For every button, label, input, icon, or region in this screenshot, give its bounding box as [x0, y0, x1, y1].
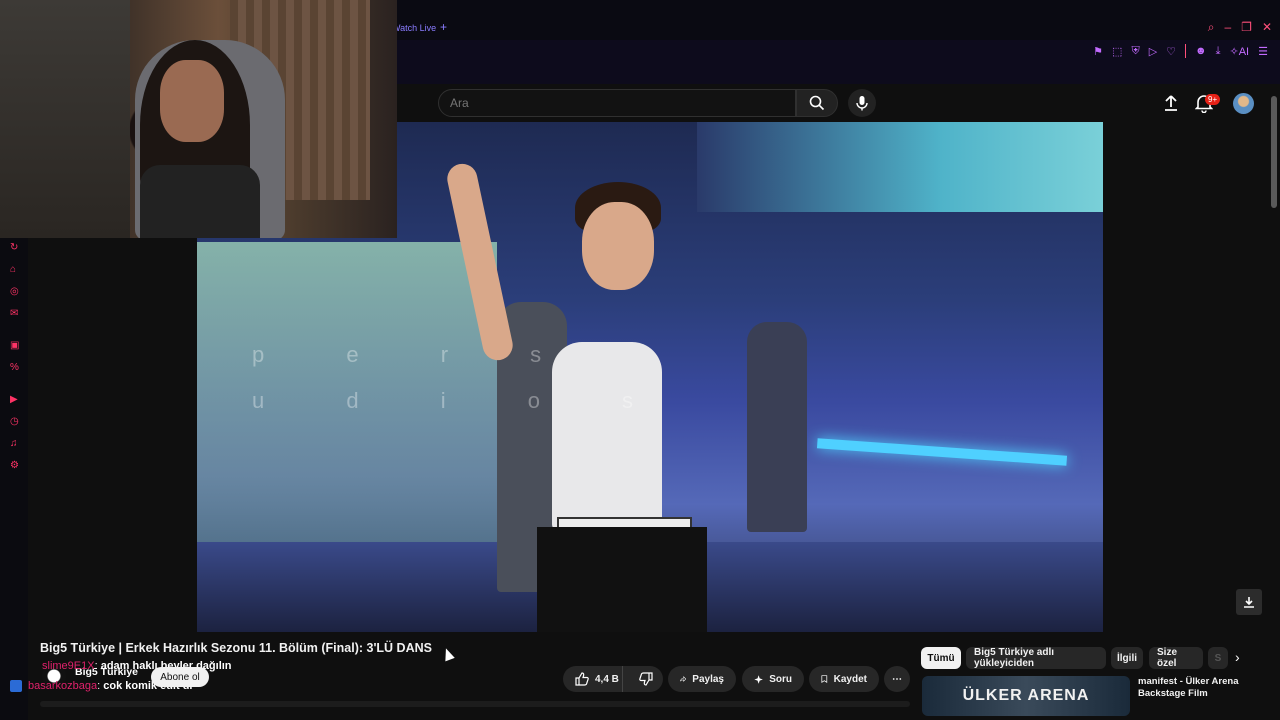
thumbs-up-icon: [575, 672, 589, 686]
search-input[interactable]: [439, 90, 795, 116]
window-controls: ⌕ – ❐ ✕: [1208, 20, 1272, 35]
subscribe-button[interactable]: Abone ol: [151, 667, 209, 687]
side-panel: ↻ ⌂ ◎ ✉ ▣ % ▶ ◷ ♫ ⚙: [0, 238, 28, 720]
recommended-thumbnail[interactable]: ÜLKER ARENA: [922, 676, 1130, 716]
like-dislike-group: 4,4 B: [563, 666, 663, 692]
profile-icon[interactable]: ☻: [1195, 45, 1207, 57]
search-icon[interactable]: ⌕: [1208, 20, 1215, 35]
share-label: Paylaş: [692, 673, 724, 685]
like-button[interactable]: 4,4 B: [563, 666, 624, 692]
browser-toolbar: ⚑ ⬚ ⛨ ▷ ♡ ☻ ⤓ ✧AI ☰: [397, 40, 1280, 84]
new-tab-button[interactable]: +: [440, 20, 447, 34]
share-button[interactable]: Paylaş: [668, 666, 736, 692]
webcam-overlay: [0, 0, 397, 238]
twitch-icon[interactable]: ▣: [10, 340, 19, 351]
search-button[interactable]: [796, 89, 838, 117]
webcam-streamer: [140, 165, 260, 238]
sparkle-icon: [754, 674, 763, 684]
video-person: [552, 342, 662, 532]
home-icon[interactable]: ⌂: [10, 264, 16, 275]
download-icon[interactable]: ⤓: [1216, 45, 1221, 58]
video-person: [747, 322, 807, 532]
browser-tab[interactable]: Watch Live: [392, 18, 436, 38]
minimize-icon[interactable]: –: [1224, 20, 1231, 35]
dislike-button[interactable]: [629, 666, 663, 692]
studio-watermark: u d i o s: [252, 388, 672, 413]
webcam-background: [0, 0, 130, 238]
webcam-streamer: [160, 60, 224, 142]
save-label: Kaydet: [833, 673, 867, 685]
menu-icon[interactable]: ☰: [1258, 45, 1268, 58]
chip-all[interactable]: Tümü: [921, 647, 961, 669]
tab-label: Watch Live: [392, 23, 437, 33]
upload-icon: [1165, 95, 1177, 111]
share-icon: [680, 676, 687, 682]
description-box[interactable]: [40, 701, 910, 707]
avatar[interactable]: [1233, 93, 1254, 114]
heart-icon[interactable]: ♡: [1166, 45, 1176, 58]
chip-uploader[interactable]: Big5 Türkiye adlı yükleyiciden: [966, 647, 1106, 669]
video-scene-ceiling: [697, 122, 1103, 212]
mouse-cursor: [441, 646, 455, 662]
chat-username: slime9E1X: [42, 660, 95, 672]
voice-search-button[interactable]: [848, 89, 876, 117]
shield-icon[interactable]: ⛨: [1131, 45, 1139, 58]
bookmark-icon[interactable]: ⚑: [1093, 45, 1103, 58]
save-button[interactable]: Kaydet: [809, 666, 879, 692]
ask-button[interactable]: Soru: [742, 666, 804, 692]
ask-label: Soru: [769, 673, 792, 685]
screenshot-icon[interactable]: ⬚: [1112, 45, 1122, 58]
video-title: Big5 Türkiye | Erkek Hazırlık Sezonu 11.…: [40, 641, 432, 655]
page-scrollbar[interactable]: [1271, 96, 1277, 208]
search-icon: [809, 95, 825, 111]
like-count: 4,4 B: [595, 673, 619, 685]
chevron-right-icon[interactable]: ›: [1235, 649, 1240, 665]
ai-icon[interactable]: ✧AI: [1230, 45, 1250, 58]
play-icon[interactable]: ▷: [1149, 45, 1157, 58]
mail-icon[interactable]: ✉: [10, 308, 18, 319]
discount-icon[interactable]: %: [10, 362, 19, 373]
refresh-icon[interactable]: ↻: [10, 242, 18, 253]
close-icon[interactable]: ✕: [1262, 20, 1272, 35]
download-icon: [1244, 597, 1254, 608]
restore-icon[interactable]: ❐: [1241, 20, 1252, 35]
bookmark-icon: [821, 675, 828, 683]
thumbnail-text: ÜLKER ARENA: [962, 687, 1090, 704]
chat-username: basarkozbaga: [28, 680, 98, 692]
settings-icon[interactable]: ⚙: [10, 460, 19, 471]
divider: [1185, 44, 1187, 58]
video-person: [537, 527, 707, 632]
more-actions-button[interactable]: ⋯: [884, 666, 910, 692]
video-person: [582, 202, 654, 290]
microphone-icon: [856, 96, 868, 111]
instagram-icon[interactable]: ◎: [10, 286, 19, 297]
create-button[interactable]: [1162, 94, 1180, 117]
chip-more[interactable]: S: [1208, 647, 1228, 669]
app-icon[interactable]: [10, 680, 22, 692]
thumbs-down-icon: [639, 672, 653, 686]
extensions-bar: ⚑ ⬚ ⛨ ▷ ♡ ☻ ⤓ ✧AI ☰: [1093, 44, 1268, 58]
video-scene-neon: [816, 438, 1068, 466]
recommended-title[interactable]: manifest - Ülker Arena Backstage Film: [1138, 676, 1263, 700]
chip-related[interactable]: İlgili: [1111, 647, 1143, 669]
chip-for-you[interactable]: Size özel: [1149, 647, 1203, 669]
more-icon: ⋯: [892, 673, 902, 685]
clock-icon[interactable]: ◷: [10, 416, 19, 427]
notification-badge: 9+: [1205, 94, 1221, 105]
search-box: [438, 89, 796, 117]
studio-watermark: p e r s: [252, 342, 580, 367]
play-icon[interactable]: ▶: [10, 394, 18, 405]
bell-icon[interactable]: ♫: [10, 438, 18, 449]
miniplayer-button[interactable]: [1236, 589, 1262, 615]
